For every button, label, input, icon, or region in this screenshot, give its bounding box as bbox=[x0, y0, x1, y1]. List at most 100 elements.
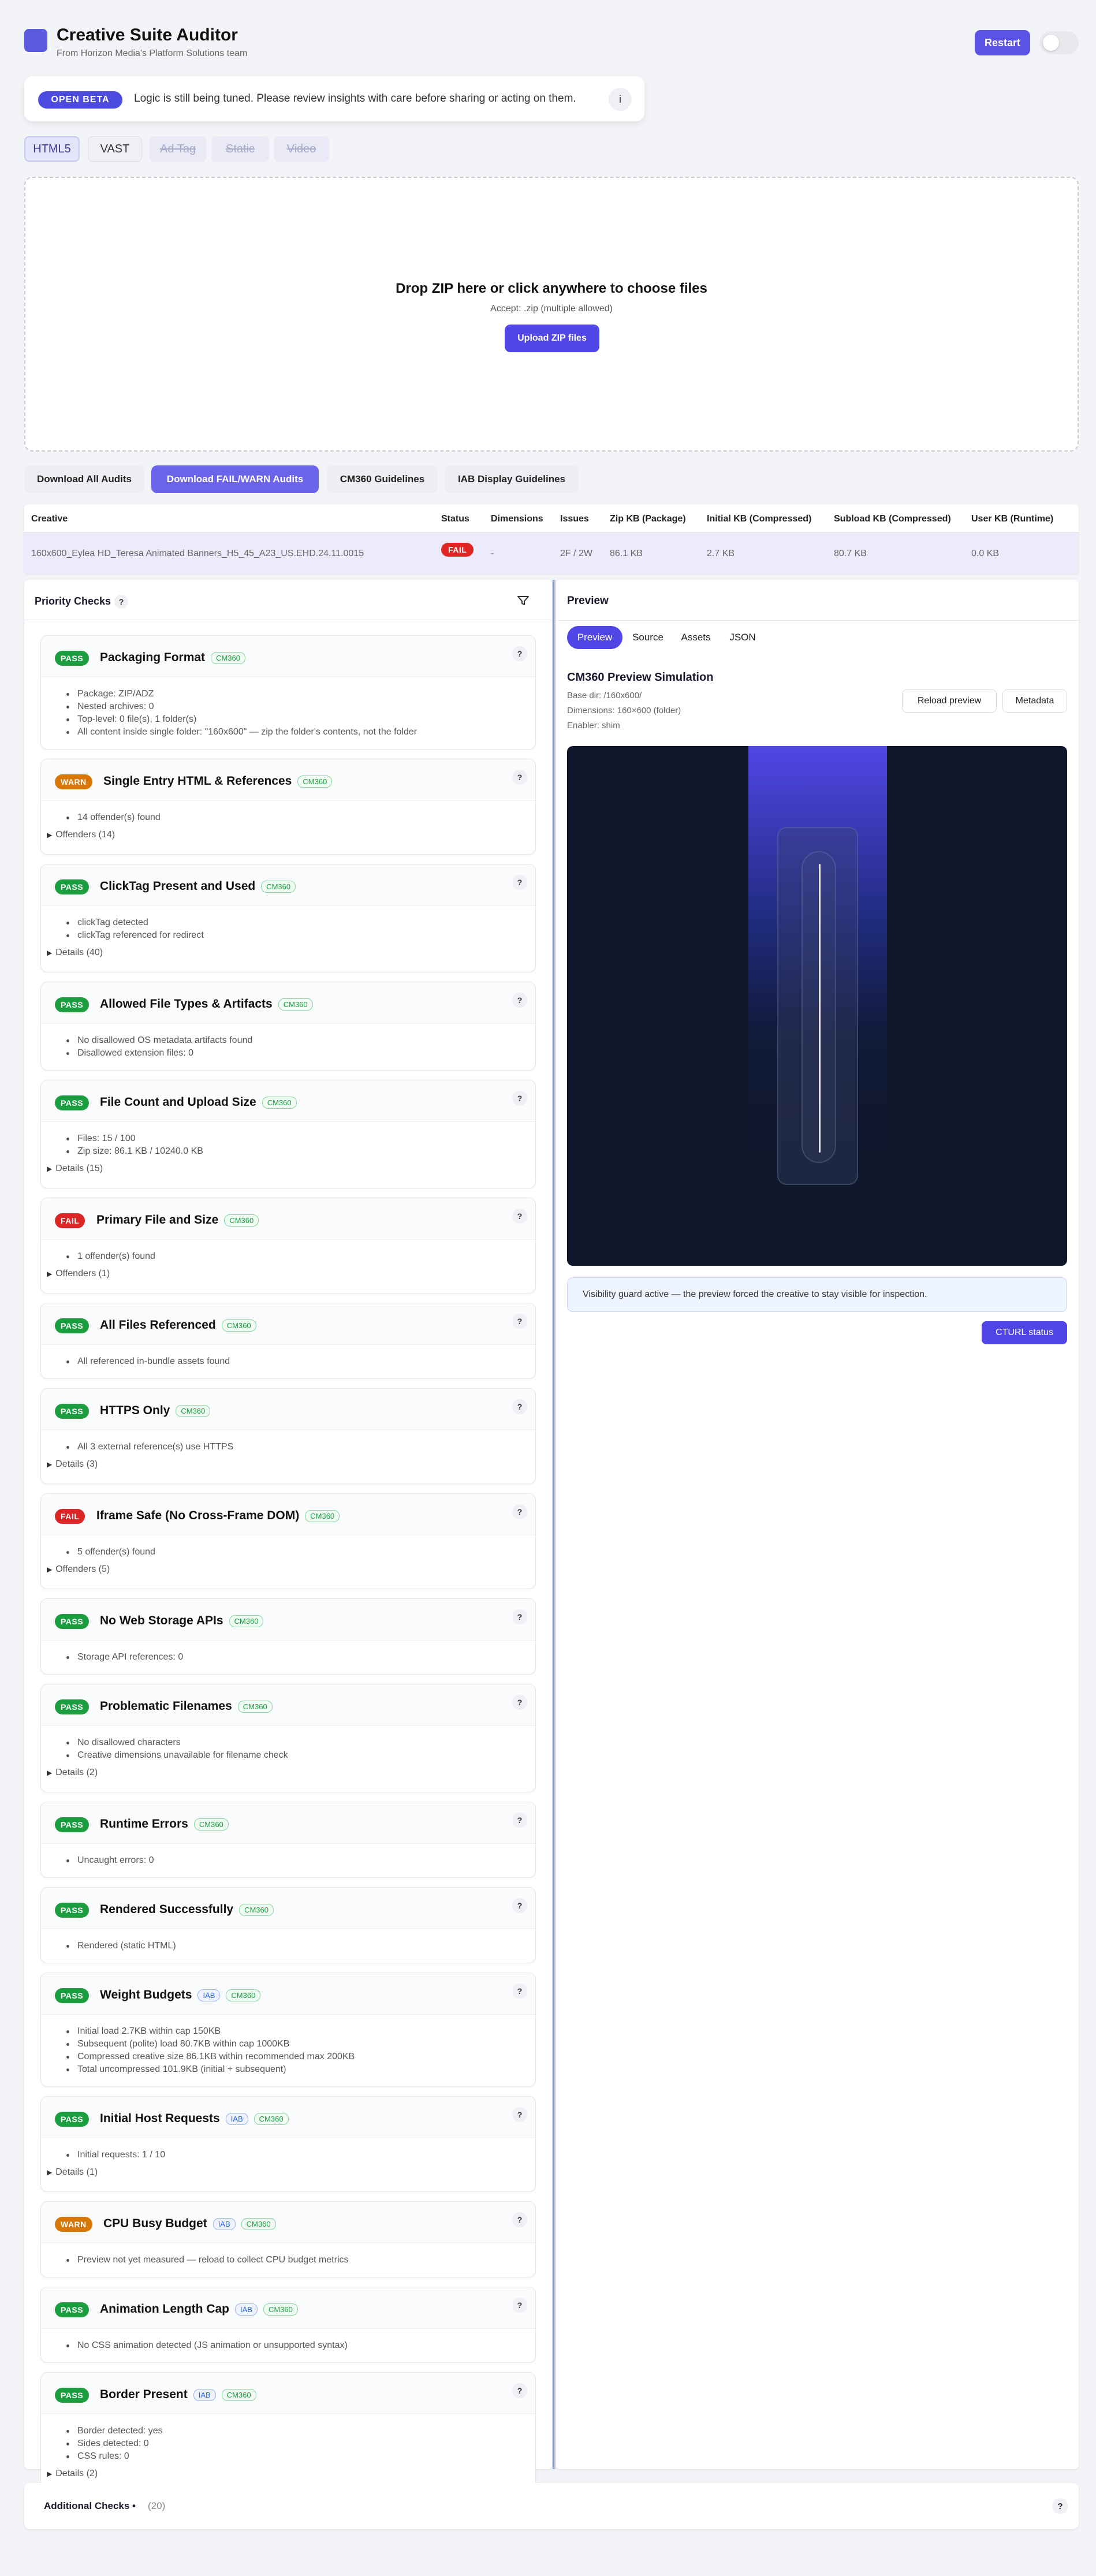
status-badge: PASS bbox=[55, 879, 90, 894]
preview-panel: Preview Preview Source Assets JSON CM360… bbox=[556, 580, 1079, 2469]
tab-html5[interactable]: HTML5 bbox=[24, 136, 80, 162]
table-row[interactable]: 160x600_Eylea HD_Teresa Animated Banners… bbox=[24, 532, 1079, 574]
col-issues[interactable]: Issues bbox=[560, 514, 589, 524]
check-title: Animation Length Cap bbox=[100, 2302, 229, 2316]
check-title-row: All Files Referenced CM360 bbox=[100, 1318, 256, 1332]
help-icon[interactable]: ? bbox=[512, 770, 527, 785]
cm360-guidelines-button[interactable]: CM360 Guidelines bbox=[327, 465, 438, 493]
help-icon[interactable]: ? bbox=[512, 1504, 527, 1519]
results-table: Creative Status Dimensions Issues Zip KB… bbox=[24, 505, 1079, 574]
download-fail-warn-button[interactable]: Download FAIL/WARN Audits bbox=[151, 465, 319, 493]
check-title: Iframe Safe (No Cross-Frame DOM) bbox=[96, 1509, 300, 1522]
info-icon[interactable]: i bbox=[609, 88, 632, 111]
help-icon[interactable]: ? bbox=[512, 1695, 527, 1710]
help-icon[interactable]: ? bbox=[512, 1209, 527, 1224]
details-disclosure[interactable]: ▶ Offenders (14) bbox=[47, 830, 115, 840]
details-disclosure[interactable]: ▶ Details (1) bbox=[47, 2167, 98, 2178]
tab-preview[interactable]: Preview bbox=[567, 626, 622, 649]
details-label: Details (1) bbox=[55, 2167, 98, 2177]
help-icon[interactable]: ? bbox=[512, 1091, 527, 1106]
status-badge: FAIL bbox=[55, 1213, 85, 1228]
details-disclosure[interactable]: ▶ Details (2) bbox=[47, 2469, 98, 2479]
check-bullet: Sides detected: 0 bbox=[77, 2439, 149, 2448]
help-icon[interactable]: ? bbox=[512, 2212, 527, 2227]
theme-toggle[interactable] bbox=[1039, 31, 1079, 54]
check-bullet: Initial requests: 1 / 10 bbox=[77, 2150, 166, 2160]
tab-video: Video bbox=[274, 136, 329, 162]
check-card-header: PASS File Count and Upload Size CM360? bbox=[41, 1080, 535, 1122]
details-disclosure[interactable]: ▶ Details (2) bbox=[47, 1768, 98, 1778]
priority-checks-header: Priority Checks? bbox=[24, 580, 552, 620]
details-disclosure[interactable]: ▶ Offenders (5) bbox=[47, 1564, 110, 1575]
help-icon[interactable]: ? bbox=[512, 1609, 527, 1624]
iab-guidelines-button[interactable]: IAB Display Guidelines bbox=[445, 465, 579, 493]
col-creative[interactable]: Creative bbox=[31, 514, 68, 524]
tab-vast[interactable]: VAST bbox=[88, 136, 142, 162]
check-title-row: ClickTag Present and Used CM360 bbox=[100, 879, 296, 893]
check-card: PASS ClickTag Present and Used CM360? click… bbox=[40, 864, 536, 972]
beta-message: Logic is still being tuned. Please revie… bbox=[134, 92, 576, 105]
help-icon[interactable]: ? bbox=[512, 875, 527, 890]
upload-dropzone[interactable]: Drop ZIP here or click anywhere to choos… bbox=[24, 177, 1079, 452]
check-title: Allowed File Types & Artifacts bbox=[100, 997, 273, 1011]
triangle-right-icon: ▶ bbox=[47, 1769, 53, 1777]
check-card: FAIL Iframe Safe (No Cross-Frame DOM) CM36… bbox=[40, 1493, 536, 1589]
check-title: Rendered Successfully bbox=[100, 1903, 234, 1916]
status-badge: PASS bbox=[55, 651, 90, 666]
details-disclosure[interactable]: ▶ Details (15) bbox=[47, 1164, 103, 1174]
help-icon[interactable]: ? bbox=[512, 2383, 527, 2398]
check-title: No Web Storage APIs bbox=[100, 1614, 223, 1627]
tab-json[interactable]: JSON bbox=[723, 626, 762, 649]
table-header: Creative Status Dimensions Issues Zip KB… bbox=[24, 505, 1079, 532]
status-badge: PASS bbox=[55, 1614, 90, 1629]
iab-tag: IAB bbox=[225, 2112, 248, 2125]
check-card-header: PASS ClickTag Present and Used CM360? bbox=[41, 864, 535, 906]
cm360-tag: CM360 bbox=[261, 880, 296, 893]
col-user-kb[interactable]: User KB (Runtime) bbox=[971, 514, 1053, 524]
check-title-row: Rendered Successfully CM360 bbox=[100, 1903, 274, 1917]
check-title-row: File Count and Upload Size CM360 bbox=[100, 1095, 297, 1109]
upload-zip-button[interactable]: Upload ZIP files bbox=[505, 325, 599, 352]
check-title-row: Border Present IAB CM360 bbox=[100, 2388, 256, 2402]
additional-checks-section[interactable]: Additional Checks • (20) ? bbox=[24, 2483, 1079, 2529]
check-bullet: Top-level: 0 file(s), 1 folder(s) bbox=[77, 714, 197, 724]
tab-assets[interactable]: Assets bbox=[673, 626, 718, 649]
check-card: PASS Rendered Successfully CM360? Rendered … bbox=[40, 1887, 536, 1963]
help-icon[interactable]: ? bbox=[512, 1813, 527, 1828]
col-zip-kb[interactable]: Zip KB (Package) bbox=[610, 514, 686, 524]
help-icon[interactable]: ? bbox=[1052, 2498, 1068, 2514]
reload-preview-button[interactable]: Reload preview bbox=[902, 689, 997, 713]
help-icon[interactable]: ? bbox=[512, 1984, 527, 1999]
check-title-row: Iframe Safe (No Cross-Frame DOM) CM360 bbox=[96, 1509, 340, 1523]
tab-source[interactable]: Source bbox=[626, 626, 670, 649]
help-icon[interactable]: ? bbox=[512, 993, 527, 1008]
col-subload-kb[interactable]: Subload KB (Compressed) bbox=[834, 514, 951, 524]
details-disclosure[interactable]: ▶ Offenders (1) bbox=[47, 1269, 110, 1279]
details-label: Details (2) bbox=[55, 2469, 98, 2478]
download-all-audits-button[interactable]: Download All Audits bbox=[24, 465, 144, 493]
help-icon[interactable]: ? bbox=[512, 646, 527, 661]
filter-icon[interactable] bbox=[516, 594, 530, 607]
check-bullet: Creative dimensions unavailable for file… bbox=[77, 1750, 288, 1760]
cturl-status-button[interactable]: CTURL status bbox=[982, 1321, 1067, 1344]
cm360-tag: CM360 bbox=[229, 1615, 264, 1627]
metadata-button[interactable]: Metadata bbox=[1002, 689, 1067, 713]
check-title: Packaging Format bbox=[100, 651, 206, 664]
col-dimensions[interactable]: Dimensions bbox=[491, 514, 543, 524]
col-status[interactable]: Status bbox=[441, 514, 469, 524]
details-disclosure[interactable]: ▶ Details (40) bbox=[47, 948, 103, 958]
help-icon[interactable]: ? bbox=[512, 1314, 527, 1329]
help-icon[interactable]: ? bbox=[512, 2107, 527, 2122]
check-title: Border Present bbox=[100, 2388, 188, 2401]
dimensions-meta: Dimensions: 160×600 (folder) bbox=[567, 706, 681, 715]
help-icon[interactable]: ? bbox=[114, 595, 129, 609]
help-icon[interactable]: ? bbox=[512, 1399, 527, 1414]
help-icon[interactable]: ? bbox=[512, 2298, 527, 2313]
help-icon[interactable]: ? bbox=[512, 1898, 527, 1913]
check-title: Weight Budgets bbox=[100, 1988, 192, 2001]
preview-stage[interactable] bbox=[567, 746, 1067, 1266]
details-disclosure[interactable]: ▶ Details (3) bbox=[47, 1459, 98, 1470]
restart-button[interactable]: Restart bbox=[975, 30, 1030, 55]
check-card-header: PASS Initial Host Requests IAB CM360? bbox=[41, 2097, 535, 2138]
col-initial-kb[interactable]: Initial KB (Compressed) bbox=[707, 514, 811, 524]
